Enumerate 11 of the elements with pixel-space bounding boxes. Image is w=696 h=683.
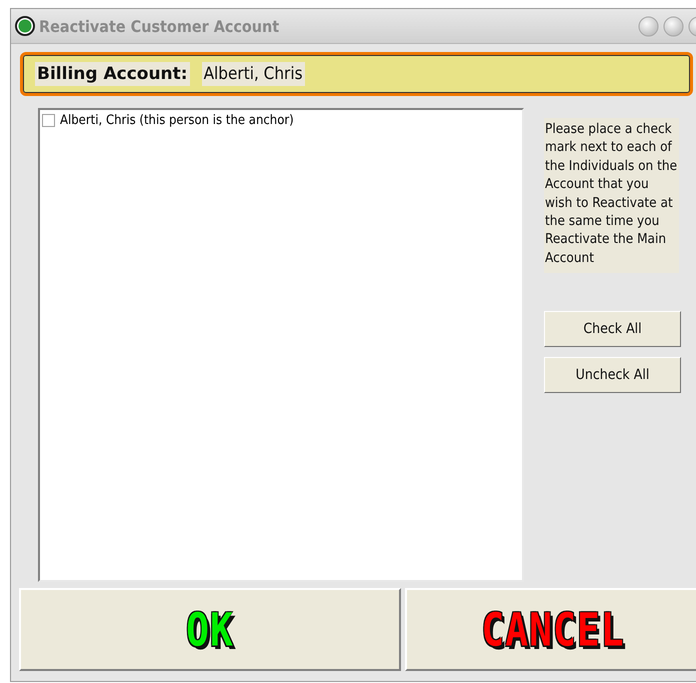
window-title: Reactivate Customer Account <box>39 16 280 36</box>
side-button[interactable]: Check All <box>544 311 681 348</box>
minimize-button-icon[interactable] <box>638 16 659 36</box>
maximize-button-icon[interactable] <box>663 16 684 36</box>
instructions-text: Please place a check mark next to each of the Individuals on the Account that you wish to Reactivate at the same time you Reactivate the Main Account <box>544 118 679 274</box>
billing-account-name: Alberti, Chris <box>202 62 305 86</box>
billing-account-label: Billing Account: <box>35 62 190 86</box>
checkbox[interactable] <box>42 114 55 127</box>
app-logo-icon <box>15 16 35 36</box>
side-button[interactable]: Uncheck All <box>544 357 681 394</box>
individual-name: Alberti, Chris (this person is the anchor) <box>60 113 294 128</box>
